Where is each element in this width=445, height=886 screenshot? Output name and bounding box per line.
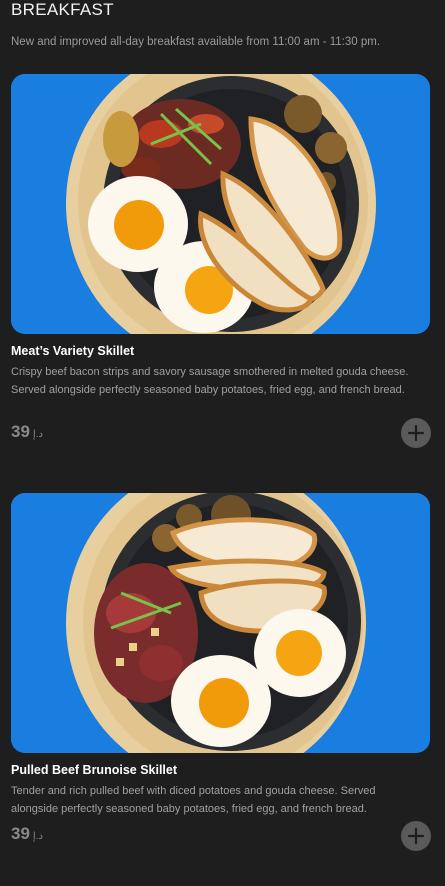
item-name: Meat’s Variety Skillet [11, 344, 135, 358]
section-subtitle: New and improved all-day breakfast avail… [11, 36, 381, 48]
add-to-cart-button[interactable] [401, 418, 431, 448]
section-title: BREAKFAST [11, 0, 114, 19]
item-description: Tender and rich pulled beef with diced p… [11, 785, 376, 815]
item-name: Pulled Beef Brunoise Skillet [11, 763, 178, 777]
price-value: 39 [11, 824, 30, 843]
price-currency: د.إ [32, 429, 43, 440]
item-price: 39 د.إ [11, 824, 43, 844]
add-to-cart-button[interactable] [401, 821, 431, 851]
price-value: 39 [11, 422, 30, 441]
item-description: Crispy beef bacon strips and savory saus… [11, 366, 409, 396]
item-image[interactable] [11, 74, 430, 334]
item-price: 39 د.إ [11, 422, 43, 442]
item-image[interactable] [11, 493, 430, 753]
price-currency: د.إ [32, 831, 43, 842]
plus-icon [407, 827, 425, 845]
plus-icon [407, 424, 425, 442]
